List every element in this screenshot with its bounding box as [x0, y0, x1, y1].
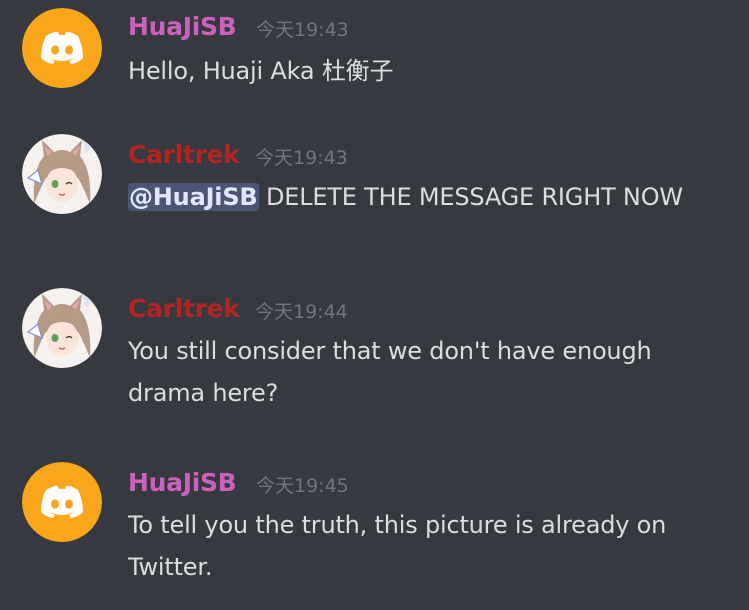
timestamp: 今天19:43 — [255, 147, 348, 169]
discord-logo-icon — [22, 462, 102, 542]
message-content: To tell you the truth, this picture is a… — [128, 511, 667, 581]
timestamp: 今天19:43 — [256, 19, 349, 41]
author-name[interactable]: HuaJiSB — [128, 12, 237, 42]
user-mention[interactable]: @HuaJiSB — [128, 183, 259, 211]
author-name[interactable]: Carltrek — [128, 140, 240, 170]
discord-logo-icon — [22, 8, 102, 88]
avatar[interactable] — [22, 8, 102, 88]
anime-girl-avatar — [22, 134, 102, 214]
chat-log: HuaJiSB 今天19:43 Hello, Huaji Aka 杜衡子 Car… — [0, 0, 749, 610]
message-text: DELETE THE MESSAGE RIGHT NOW — [258, 183, 683, 211]
timestamp: 今天19:45 — [256, 475, 349, 497]
avatar[interactable] — [22, 462, 102, 542]
avatar[interactable] — [22, 134, 102, 214]
author-name[interactable]: HuaJiSB — [128, 468, 237, 498]
timestamp: 今天19:44 — [255, 301, 348, 323]
avatar[interactable] — [22, 288, 102, 368]
message-content: Hello, Huaji Aka 杜衡子 — [128, 57, 394, 85]
message-content: @HuaJiSB DELETE THE MESSAGE RIGHT NOW — [128, 176, 708, 218]
anime-girl-avatar — [22, 288, 102, 368]
author-name[interactable]: Carltrek — [128, 294, 240, 324]
message-content: You still consider that we don't have en… — [128, 337, 652, 407]
